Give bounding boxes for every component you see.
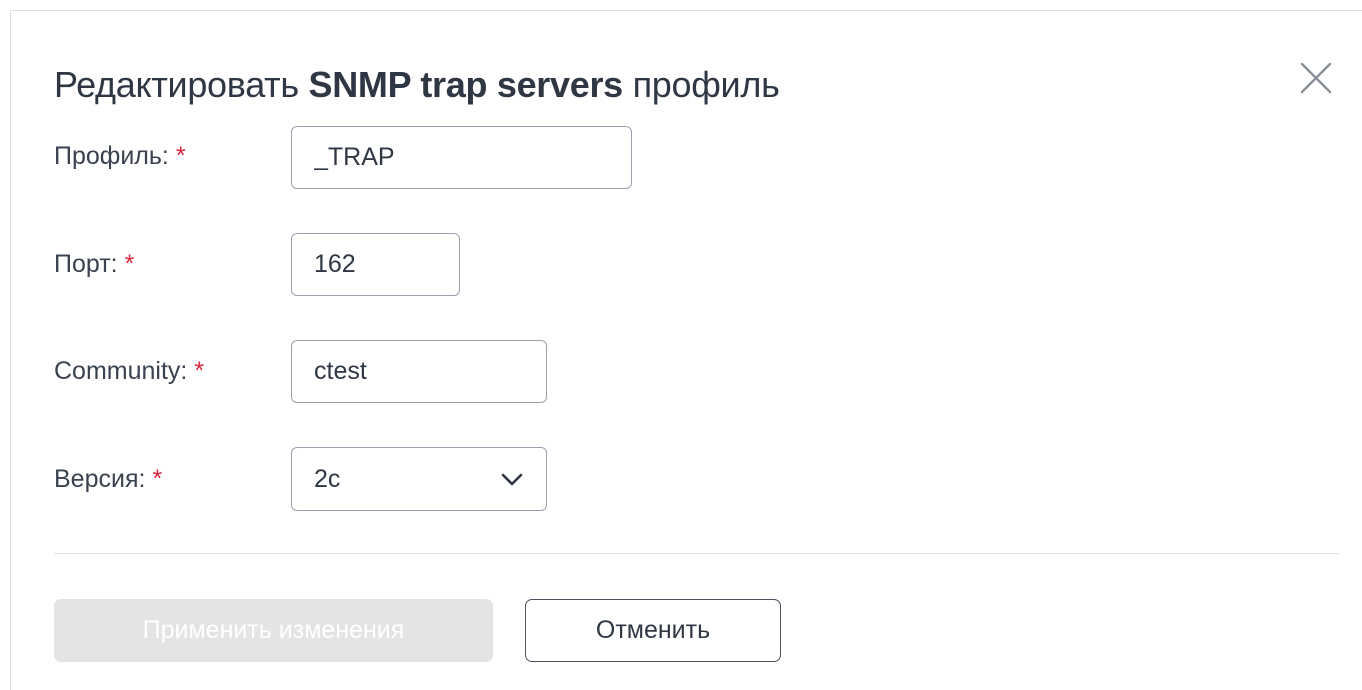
required-mark: * (175, 142, 186, 170)
required-mark: * (152, 465, 163, 493)
close-icon (1300, 62, 1332, 94)
port-label: Порт: * (54, 249, 134, 279)
profile-label: Профиль: * (54, 141, 186, 171)
apply-changes-button[interactable]: Применить изменения (54, 599, 493, 662)
version-select-value: 2c (314, 465, 341, 493)
title-bold: SNMP trap servers (308, 64, 623, 105)
close-button[interactable] (1296, 58, 1336, 98)
profile-label-text: Профиль: (54, 142, 169, 170)
footer-divider (54, 553, 1340, 554)
community-label: Community: * (54, 356, 204, 386)
version-label-text: Версия: (54, 465, 146, 493)
community-label-text: Community: (54, 357, 188, 385)
required-mark: * (124, 250, 135, 278)
community-input[interactable] (291, 340, 547, 403)
profile-input[interactable] (291, 126, 632, 189)
version-select[interactable]: 2c (291, 447, 547, 511)
cancel-button[interactable]: Отменить (525, 599, 781, 662)
title-prefix: Редактировать (54, 64, 309, 105)
dialog-title: Редактировать SNMP trap servers профиль (54, 63, 780, 107)
edit-profile-dialog: Редактировать SNMP trap servers профиль … (10, 10, 1362, 690)
port-label-text: Порт: (54, 250, 118, 278)
chevron-down-icon (501, 473, 523, 486)
required-mark: * (194, 357, 205, 385)
version-label: Версия: * (54, 464, 162, 494)
port-input[interactable] (291, 233, 460, 296)
title-suffix: профиль (622, 64, 780, 105)
